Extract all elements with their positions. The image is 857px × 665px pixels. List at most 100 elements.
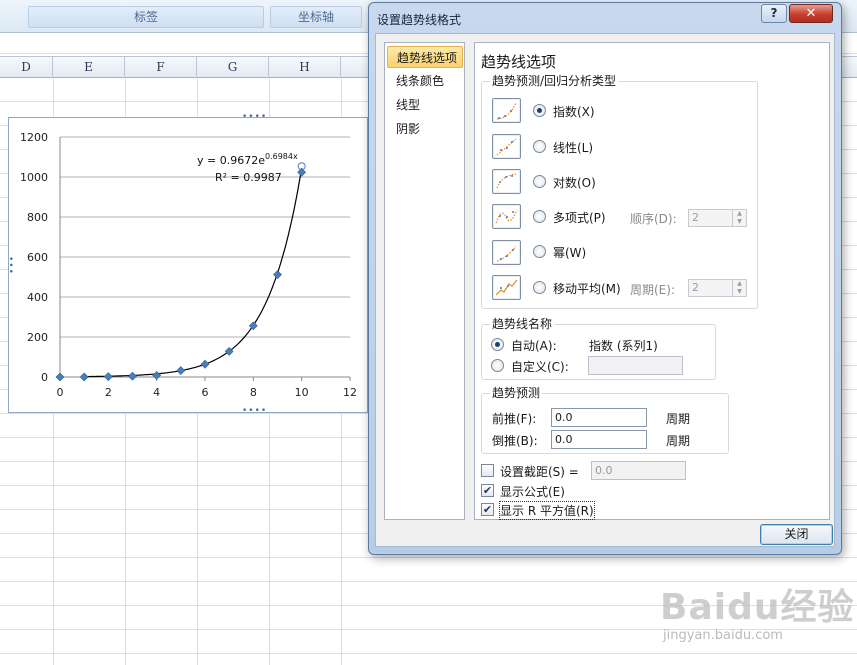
- show-r-squared-checkbox[interactable]: ✔: [481, 503, 494, 516]
- period-value: 2: [692, 281, 699, 294]
- polynomial-trend-icon[interactable]: [492, 204, 521, 229]
- y-tick-label: 1000: [20, 171, 48, 184]
- column-header-e[interactable]: E: [53, 57, 125, 78]
- set-intercept-checkbox[interactable]: [481, 464, 494, 477]
- dialog-title: 设置趋势线格式: [377, 13, 462, 27]
- logarithmic-trend-icon[interactable]: [492, 169, 521, 194]
- forward-input[interactable]: 0.0: [551, 408, 647, 427]
- dialog-body: 趋势线选项 线条颜色 线型 阴影 趋势线选项 趋势预测/回归分析类型 指数(X)…: [375, 33, 835, 547]
- nav-item-line-style[interactable]: 线型: [387, 94, 463, 116]
- data-point: [55, 372, 65, 382]
- auto-name-value: 指数 (系列1): [589, 339, 658, 353]
- section-title: 趋势线选项: [481, 53, 557, 71]
- data-point: [152, 370, 162, 380]
- exponential-radio[interactable]: [533, 104, 546, 117]
- forward-unit: 周期: [666, 412, 691, 426]
- forecast-group: 趋势预测 前推(F): 0.0 周期 倒推(B): 0.0 周期: [481, 386, 729, 454]
- ribbon-group-labels-text: 标签: [133, 10, 158, 24]
- options-pane: 趋势线选项 趋势预测/回归分析类型 指数(X) 线性(L) 对数(O) 多项式(…: [474, 42, 830, 520]
- regression-type-group: 趋势预测/回归分析类型 指数(X) 线性(L) 对数(O) 多项式(P) 顺序(…: [481, 74, 758, 309]
- close-button[interactable]: 关闭: [760, 524, 833, 545]
- auto-name-radio[interactable]: [491, 338, 504, 351]
- backward-label: 倒推(B):: [492, 434, 538, 448]
- column-header-g[interactable]: G: [197, 57, 269, 78]
- column-header-f[interactable]: F: [125, 57, 197, 78]
- auto-name-label: 自动(A):: [511, 339, 557, 353]
- y-tick-label: 0: [41, 371, 48, 384]
- x-tick-label: 10: [295, 386, 309, 399]
- data-point: [176, 366, 186, 376]
- moving-average-trend-icon[interactable]: [492, 275, 521, 300]
- logarithmic-radio[interactable]: [533, 175, 546, 188]
- polynomial-radio[interactable]: [533, 210, 546, 223]
- power-trend-icon[interactable]: [492, 240, 521, 265]
- linear-radio[interactable]: [533, 140, 546, 153]
- forward-label: 前推(F):: [492, 412, 537, 426]
- data-point: [297, 167, 307, 177]
- backward-unit: 周期: [666, 434, 691, 448]
- nav-item-shadow[interactable]: 阴影: [387, 118, 463, 140]
- chart-object[interactable]: 0 200 400 600 800 1000 1200 0 2 4 6 8 10 12 y = 0.9672…: [5, 112, 368, 416]
- exponential-trend-icon[interactable]: [492, 98, 521, 123]
- ribbon-group-axes-text: 坐标轴: [297, 10, 334, 24]
- order-value: 2: [692, 211, 699, 224]
- show-equation-checkbox[interactable]: ✔: [481, 484, 494, 497]
- baidu-watermark-url: jingyan.baidu.com: [663, 628, 783, 643]
- y-tick-label: 400: [27, 291, 48, 304]
- x-tick-label: 2: [105, 386, 112, 399]
- data-point: [79, 372, 89, 382]
- stepper-arrows-icon[interactable]: ▲ ▼: [732, 280, 746, 296]
- order-stepper[interactable]: 2 ▲ ▼: [688, 209, 747, 227]
- category-nav: 趋势线选项 线条颜色 线型 阴影: [384, 42, 465, 520]
- nav-item-trendline-options[interactable]: 趋势线选项: [387, 46, 463, 68]
- resize-handle-left[interactable]: •••: [5, 256, 15, 275]
- nav-item-line-color[interactable]: 线条颜色: [387, 70, 463, 92]
- forecast-legend: 趋势预测: [490, 386, 543, 400]
- baidu-watermark-logo: Baidu经验: [660, 587, 855, 628]
- data-point: [103, 372, 113, 382]
- trendline-name-legend: 趋势线名称: [490, 317, 555, 331]
- format-trendline-dialog: 设置趋势线格式 ? ✕ 趋势线选项 线条颜色 线型 阴影 趋势线选项 趋势预测/…: [368, 2, 842, 555]
- regression-group-legend: 趋势预测/回归分析类型: [490, 74, 619, 88]
- close-icon[interactable]: ✕: [789, 4, 833, 23]
- y-tick-label: 200: [27, 331, 48, 344]
- x-tick-label: 0: [57, 386, 64, 399]
- backward-input[interactable]: 0.0: [551, 430, 647, 449]
- stepper-arrows-icon[interactable]: ▲ ▼: [732, 210, 746, 226]
- ribbon-group-labels[interactable]: 标签: [28, 6, 264, 28]
- resize-handle-top[interactable]: ••••: [242, 112, 267, 122]
- period-stepper[interactable]: 2 ▲ ▼: [688, 279, 747, 297]
- data-point: [200, 359, 210, 369]
- logarithmic-label: 对数(O): [553, 176, 596, 190]
- trendline-name-group: 趋势线名称 自动(A): 指数 (系列1) 自定义(C):: [481, 317, 716, 380]
- data-point: [128, 371, 137, 381]
- column-header-d[interactable]: D: [0, 57, 53, 78]
- linear-label: 线性(L): [553, 141, 594, 155]
- order-label: 顺序(D):: [630, 212, 677, 226]
- moving-average-label: 移动平均(M): [553, 282, 621, 296]
- intercept-input[interactable]: 0.0: [591, 461, 686, 480]
- ribbon-group-axes[interactable]: 坐标轴: [270, 6, 362, 28]
- r-squared-label: R² = 0.9987: [215, 171, 282, 184]
- trendline-equation-label: y = 0.9672e0.6984x: [197, 152, 298, 167]
- column-header-h[interactable]: H: [269, 57, 341, 78]
- x-tick-label: 6: [202, 386, 209, 399]
- power-radio[interactable]: [533, 245, 546, 258]
- scatter-chart: 0 200 400 600 800 1000 1200 0 2 4 6 8 10 12 y = 0.9672…: [20, 131, 357, 399]
- custom-name-radio[interactable]: [491, 359, 504, 372]
- x-tick-label: 12: [343, 386, 357, 399]
- polynomial-label: 多项式(P): [553, 211, 606, 225]
- trendline-curve: [83, 168, 303, 378]
- show-equation-label: 显示公式(E): [500, 485, 565, 499]
- custom-name-input[interactable]: [588, 356, 683, 375]
- custom-name-label: 自定义(C):: [511, 360, 569, 374]
- resize-handle-bottom[interactable]: ••••: [242, 406, 267, 416]
- power-label: 幂(W): [553, 246, 587, 260]
- period-label: 周期(E):: [630, 283, 675, 297]
- y-tick-label: 800: [27, 211, 48, 224]
- moving-average-radio[interactable]: [533, 281, 546, 294]
- help-button[interactable]: ?: [761, 4, 787, 23]
- data-point: [273, 270, 282, 280]
- x-tick-label: 8: [250, 386, 257, 399]
- linear-trend-icon[interactable]: [492, 134, 521, 159]
